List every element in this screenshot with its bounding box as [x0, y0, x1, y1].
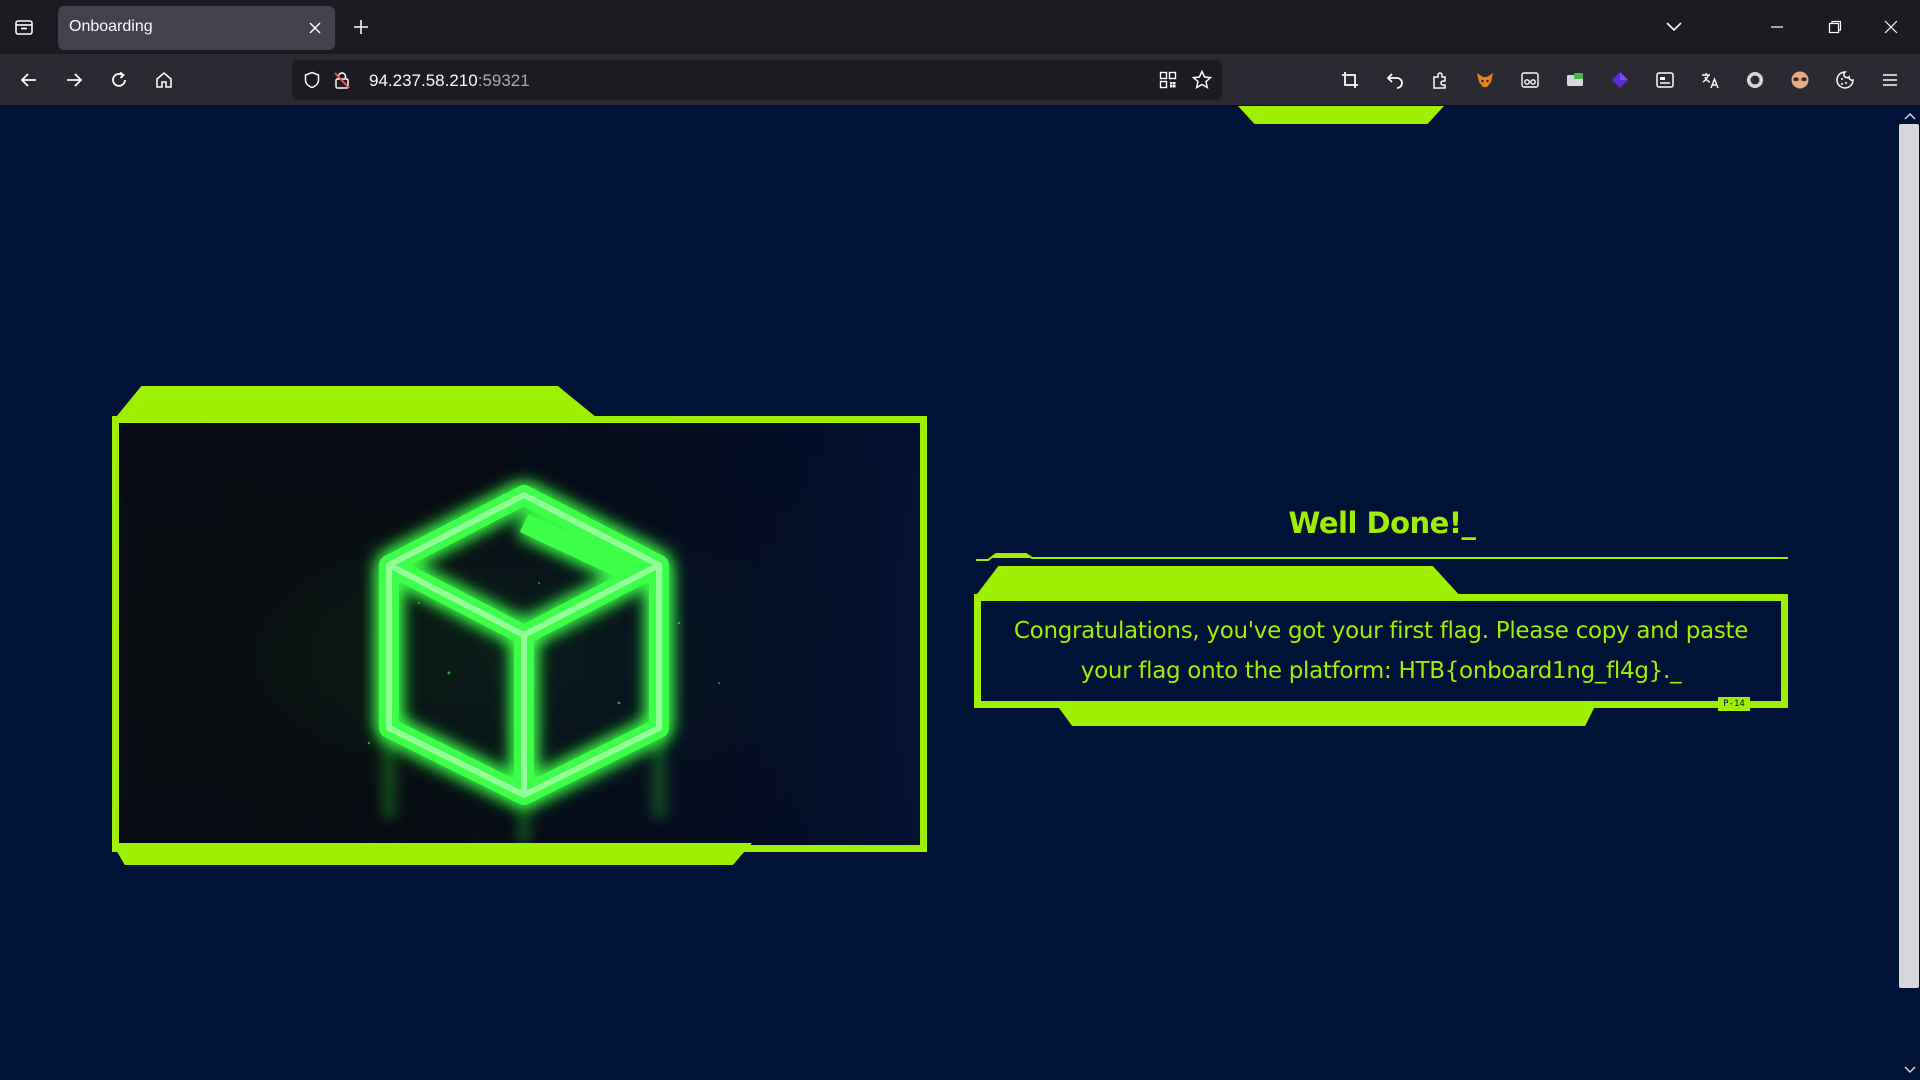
account-avatar-button[interactable] — [1784, 64, 1816, 96]
arrow-right-icon — [67, 73, 83, 87]
restore-icon — [1828, 20, 1842, 34]
undo-close-tab-button[interactable] — [1379, 64, 1411, 96]
url-port: :59321 — [477, 71, 530, 90]
close-icon — [1884, 20, 1898, 34]
tab-list-button[interactable] — [8, 11, 40, 43]
close-icon — [309, 22, 321, 34]
scrollbar-thumb[interactable] — [1899, 124, 1919, 988]
back-button[interactable] — [12, 63, 46, 97]
scroll-down-arrow[interactable] — [1904, 1064, 1916, 1076]
reader-extension-button[interactable] — [1514, 64, 1546, 96]
home-icon — [156, 71, 172, 88]
flag-message-box: Congratulations, you've got your first f… — [974, 566, 1788, 736]
folder-icon — [1567, 73, 1583, 86]
bookmark-star-icon[interactable] — [1192, 70, 1212, 90]
tab-title: Onboarding — [69, 18, 153, 35]
diamond-icon — [1612, 72, 1628, 88]
top-decorative-tab — [1238, 106, 1444, 124]
address-bar[interactable]: 94.237.58.210:59321 — [292, 60, 1222, 100]
glasses-icon — [1521, 72, 1539, 88]
cookie-icon — [1836, 71, 1854, 89]
fox-icon — [1477, 73, 1493, 87]
close-tab-button[interactable] — [305, 18, 325, 38]
cookie-extension-button[interactable] — [1829, 64, 1861, 96]
crop-icon — [1342, 72, 1358, 88]
url-text[interactable]: 94.237.58.210:59321 — [369, 71, 530, 91]
chevron-down-icon — [1666, 22, 1682, 32]
scroll-up-arrow[interactable] — [1904, 110, 1916, 122]
minimize-icon — [1771, 26, 1783, 28]
record-circle-icon — [1747, 72, 1763, 88]
home-button[interactable] — [147, 63, 181, 97]
metamask-extension-button[interactable] — [1469, 64, 1501, 96]
frame-bottom-tab — [112, 843, 752, 865]
chevron-up-icon — [1904, 112, 1916, 120]
shield-icon[interactable] — [302, 70, 322, 90]
glowing-cube-image — [119, 423, 920, 845]
url-host: 94.237.58.210 — [369, 71, 478, 90]
message-body: Congratulations, you've got your first f… — [974, 594, 1788, 708]
folder-extension-button[interactable] — [1559, 64, 1591, 96]
image-frame — [112, 386, 927, 866]
extensions-button[interactable] — [1424, 64, 1456, 96]
puzzle-icon — [1433, 72, 1446, 89]
insecure-lock-icon[interactable] — [332, 70, 352, 90]
restore-button[interactable] — [1818, 10, 1852, 44]
translate-icon — [1702, 73, 1719, 89]
plus-icon — [354, 20, 368, 34]
undo-icon — [1386, 73, 1403, 89]
navigation-toolbar: 94.237.58.210:59321 — [0, 54, 1920, 106]
chevron-down-icon — [1904, 1066, 1916, 1074]
forward-button[interactable] — [57, 63, 91, 97]
tab-strip: Onboarding — [0, 0, 1920, 54]
minimize-button[interactable] — [1760, 10, 1794, 44]
close-window-button[interactable] — [1874, 10, 1908, 44]
record-extension-button[interactable] — [1739, 64, 1771, 96]
window-panel-icon — [1656, 72, 1674, 88]
translate-extension-button[interactable] — [1694, 64, 1726, 96]
cookie-editor-extension-button[interactable] — [1649, 64, 1681, 96]
list-all-tabs-button[interactable] — [1658, 12, 1690, 42]
tab-list-icon — [15, 20, 33, 35]
frame-body — [112, 416, 927, 852]
app-menu-button[interactable] — [1874, 64, 1906, 96]
page-viewport: Well Done!_ Congratulations, you've got … — [0, 106, 1900, 1080]
new-tab-button[interactable] — [346, 12, 376, 42]
reload-button[interactable] — [102, 63, 136, 97]
qr-code-icon[interactable] — [1158, 70, 1178, 90]
page-title: Well Done!_ — [1288, 506, 1476, 540]
reload-icon — [112, 71, 126, 87]
arrow-left-icon — [20, 73, 36, 87]
gem-extension-button[interactable] — [1604, 64, 1636, 96]
tab-onboarding[interactable]: Onboarding — [58, 6, 335, 50]
panel-code-label: P-14 — [1718, 697, 1750, 711]
message-bottom-tab — [1056, 704, 1596, 726]
avatar-icon — [1791, 71, 1809, 89]
screenshot-button[interactable] — [1334, 64, 1366, 96]
hamburger-menu-icon — [1883, 74, 1897, 86]
flag-message[interactable]: Congratulations, you've got your first f… — [1001, 611, 1761, 691]
